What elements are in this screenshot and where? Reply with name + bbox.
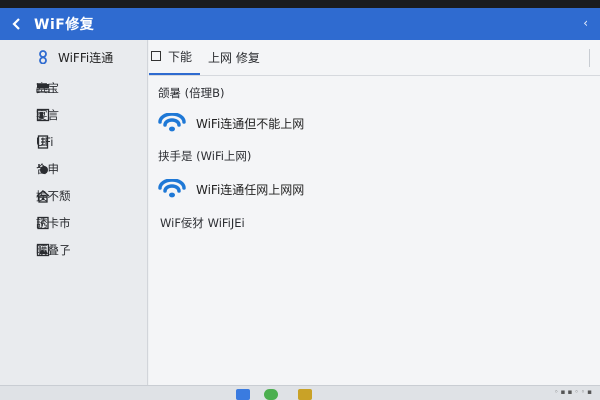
repair-option-2[interactable]: WiFi连通任网上网网	[158, 179, 304, 199]
footer-note: WiF佞犲 WiFiJEi	[160, 216, 245, 230]
tab-divider	[589, 49, 590, 67]
sidebar: WiFFi连通 赛宝 宴言 UFi	[0, 40, 148, 400]
settings-icon	[38, 163, 48, 174]
tab-label: 下能	[168, 49, 193, 64]
sidebar-item-wifi-connect[interactable]: WiFFi连通	[0, 40, 147, 74]
wifi-icon	[158, 179, 186, 198]
tab-bar: 下能 上网 修复	[149, 40, 600, 76]
tab-function[interactable]: 下能	[149, 39, 201, 75]
device-icon	[36, 83, 50, 93]
wifi-connect-icon	[39, 50, 47, 64]
sidebar-item-storage[interactable]: UFi	[0, 128, 147, 155]
sidebar-item-image[interactable]: 曠叠孒	[0, 236, 147, 263]
tab-network-repair[interactable]: 上网 修复	[200, 39, 268, 75]
screen-bezel	[0, 0, 600, 8]
sidebar-item-message[interactable]: 宴言	[0, 101, 147, 128]
card-icon	[37, 216, 49, 229]
home-icon	[36, 189, 50, 203]
back-arrow-icon	[12, 18, 20, 30]
repair-option-label: WiFi连通任网上网网	[196, 182, 305, 197]
section-heading-1: 颌暑 (倍理B)	[158, 86, 225, 100]
image-icon	[36, 243, 50, 256]
tab-label: 上网 修复	[208, 50, 260, 65]
message-icon	[36, 108, 50, 121]
taskbar-app-icon[interactable]	[236, 389, 250, 400]
main-panel: 下能 上网 修复 颌暑 (倍理B) WiFi连通但不能上网 挟手是 (WiFi上…	[149, 40, 600, 385]
window-control-icon[interactable]: ‹	[583, 16, 588, 30]
app-screen: WiF修复 ‹ WiFFi连通 赛宝 宴言	[0, 8, 600, 400]
system-tray-icon[interactable]: ◦ ▪ ▪ ◦ ◦ ▪	[554, 388, 592, 396]
sidebar-item-label: WiFFi连通	[58, 50, 114, 65]
sidebar-item-device[interactable]: 赛宝	[0, 74, 147, 101]
storage-icon	[37, 134, 49, 149]
taskbar: ◦ ▪ ▪ ◦ ◦ ▪	[0, 385, 600, 400]
back-button[interactable]	[0, 8, 34, 40]
repair-option-label: WiFi连通但不能上网	[196, 116, 305, 131]
wifi-icon	[158, 113, 186, 132]
sidebar-item-home[interactable]: 挨不颓	[0, 182, 147, 209]
section-heading-2: 挟手是 (WiFi上网)	[158, 149, 252, 163]
window-title: WiF修复	[34, 17, 95, 33]
title-bar: WiF修复 ‹	[0, 8, 600, 40]
taskbar-folder-icon[interactable]	[298, 389, 312, 400]
repair-option-1[interactable]: WiFi连通但不能上网	[158, 113, 304, 133]
sidebar-item-card[interactable]: 誘卡市	[0, 209, 147, 236]
taskbar-browser-icon[interactable]	[264, 389, 278, 400]
tab-box-icon	[151, 51, 161, 61]
sidebar-item-settings[interactable]: 合申	[0, 155, 147, 182]
